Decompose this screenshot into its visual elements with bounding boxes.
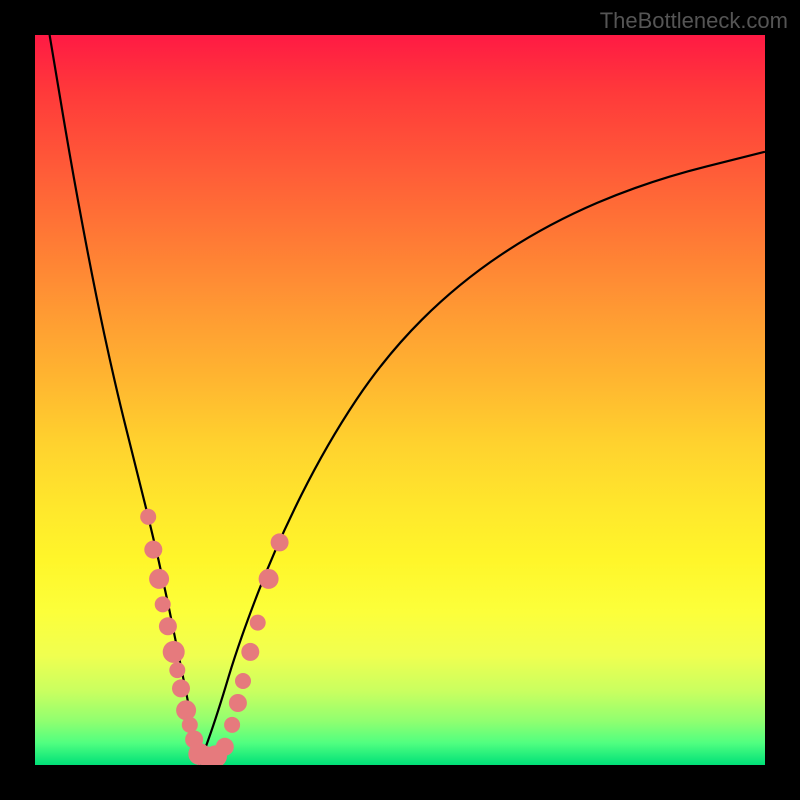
watermark-text: TheBottleneck.com <box>600 8 788 34</box>
data-point <box>149 569 169 589</box>
plot-area <box>35 35 765 765</box>
data-point <box>235 673 251 689</box>
data-point <box>271 533 289 551</box>
data-markers <box>140 509 288 765</box>
data-point <box>182 717 198 733</box>
data-point <box>144 541 162 559</box>
data-point <box>159 617 177 635</box>
data-point <box>224 717 240 733</box>
data-point <box>259 569 279 589</box>
data-point <box>140 509 156 525</box>
data-point <box>155 596 171 612</box>
curve-svg <box>35 35 765 765</box>
data-point <box>229 694 247 712</box>
data-point <box>241 643 259 661</box>
curve-right-branch <box>199 152 765 765</box>
data-point <box>163 641 185 663</box>
data-point <box>176 700 196 720</box>
data-point <box>169 662 185 678</box>
data-point <box>250 615 266 631</box>
data-point <box>216 738 234 756</box>
data-point <box>172 679 190 697</box>
